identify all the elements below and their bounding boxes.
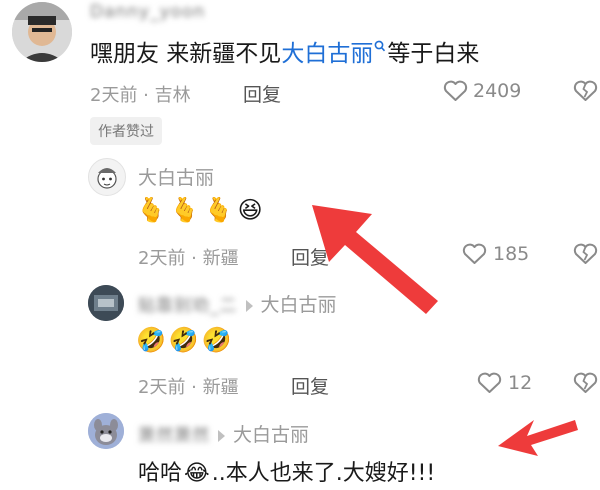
annotation-arrow — [312, 205, 578, 456]
